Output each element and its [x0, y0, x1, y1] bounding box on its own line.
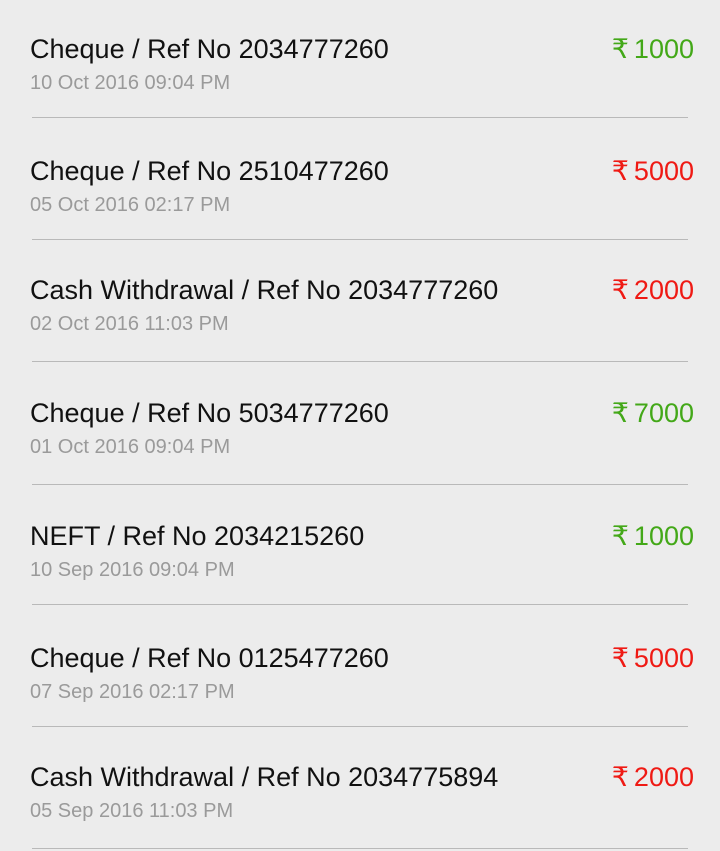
- divider: [32, 848, 688, 849]
- transaction-date: 10 Oct 2016 09:04 PM: [30, 72, 231, 94]
- transaction-description: Cash Withdrawal / Ref No 2034777260: [30, 275, 499, 305]
- transaction-description: Cheque / Ref No 2034777260: [30, 34, 389, 64]
- transaction-amount: ₹7000: [612, 397, 694, 429]
- transaction-date: 01 Oct 2016 09:04 PM: [30, 436, 231, 458]
- transaction-amount-value: 7000: [633, 398, 694, 428]
- transaction-amount-value: 1000: [633, 521, 694, 551]
- transaction-date: 05 Sep 2016 11:03 PM: [30, 800, 234, 822]
- transaction-amount: ₹5000: [612, 642, 694, 674]
- rupee-icon: ₹: [611, 521, 629, 551]
- transaction-amount-value: 1000: [633, 34, 694, 64]
- rupee-icon: ₹: [611, 275, 629, 305]
- divider: [32, 484, 688, 485]
- rupee-icon: ₹: [611, 762, 629, 792]
- divider: [32, 361, 688, 362]
- transaction-amount-value: 5000: [633, 156, 694, 186]
- transaction-amount: ₹1000: [612, 520, 694, 552]
- transaction-date: 07 Sep 2016 02:17 PM: [30, 681, 235, 703]
- transaction-date: 02 Oct 2016 11:03 PM: [30, 313, 229, 335]
- transaction-date: 05 Oct 2016 02:17 PM: [30, 194, 231, 216]
- rupee-icon: ₹: [611, 34, 629, 64]
- divider: [32, 239, 688, 240]
- rupee-icon: ₹: [611, 643, 629, 673]
- transaction-description: NEFT / Ref No 2034215260: [30, 521, 365, 551]
- transaction-amount-value: 2000: [633, 275, 694, 305]
- transaction-amount: ₹2000: [612, 761, 694, 793]
- transaction-description: Cash Withdrawal / Ref No 2034775894: [30, 762, 499, 792]
- transaction-description: Cheque / Ref No 5034777260: [30, 398, 389, 428]
- transaction-amount-value: 2000: [633, 762, 694, 792]
- transaction-amount: ₹1000: [612, 33, 694, 65]
- transaction-amount-value: 5000: [633, 643, 694, 673]
- transaction-description: Cheque / Ref No 0125477260: [30, 643, 389, 673]
- transaction-list: Cheque / Ref No 2034777260 10 Oct 2016 0…: [0, 0, 720, 851]
- transaction-amount: ₹5000: [612, 155, 694, 187]
- transaction-date: 10 Sep 2016 09:04 PM: [30, 559, 235, 581]
- rupee-icon: ₹: [611, 156, 629, 186]
- transaction-amount: ₹2000: [612, 274, 694, 306]
- divider: [32, 604, 688, 605]
- rupee-icon: ₹: [611, 398, 629, 428]
- divider: [32, 726, 688, 727]
- transaction-description: Cheque / Ref No 2510477260: [30, 156, 389, 186]
- divider: [32, 117, 688, 118]
